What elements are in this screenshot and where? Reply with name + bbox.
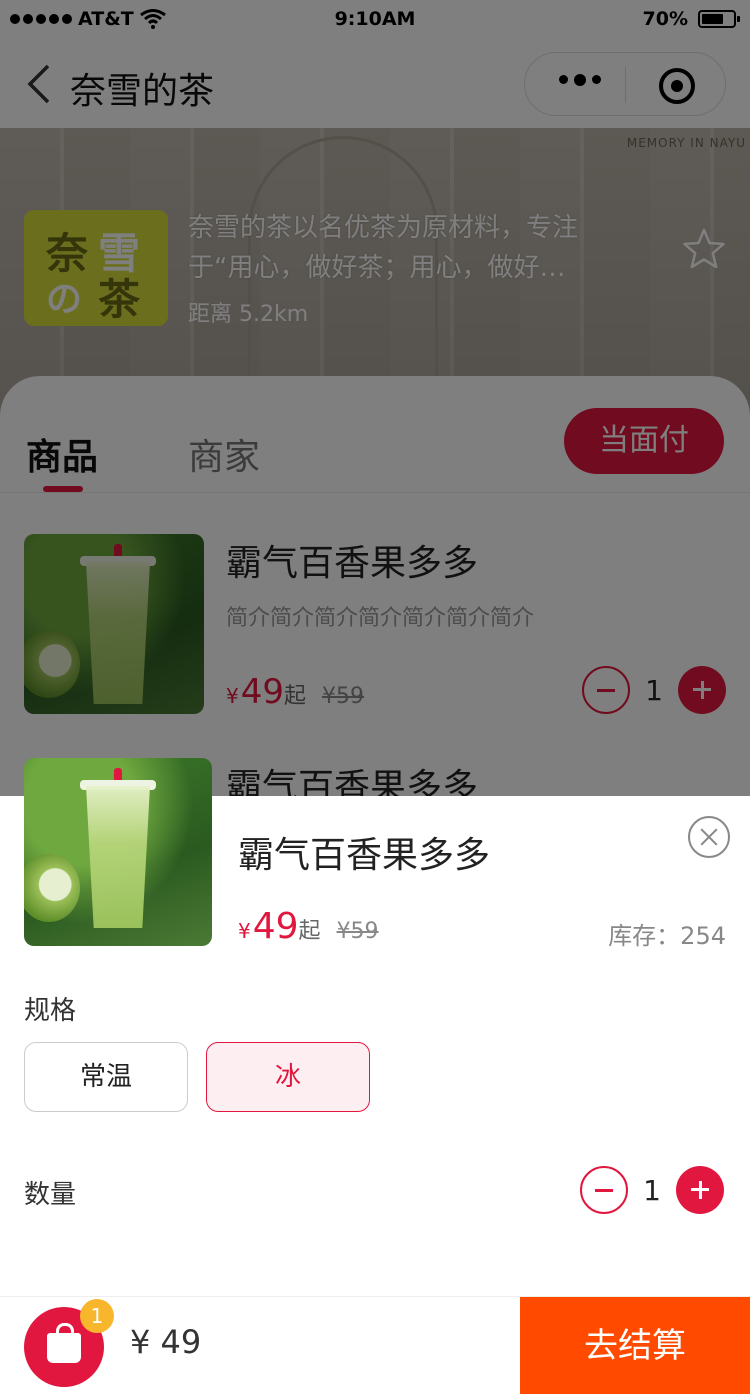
checkout-button[interactable]: 去结算 bbox=[520, 1297, 750, 1394]
price-suffix: 起 bbox=[298, 919, 321, 944]
modal-overlay[interactable] bbox=[0, 0, 750, 796]
original-price: ¥59 bbox=[336, 919, 379, 944]
close-icon[interactable] bbox=[688, 816, 730, 858]
product-price: ¥ 49 起 ¥59 bbox=[238, 906, 379, 947]
plus-icon[interactable] bbox=[676, 1166, 724, 1214]
sku-bottom-sheet: 霸气百香果多多 ¥ 49 起 ¥59 库存：254 规格 常温 冰 数量 1 bbox=[0, 758, 750, 1296]
total-price: ¥ 49 bbox=[130, 1323, 202, 1361]
quantity-label: 数量 bbox=[24, 1180, 77, 1210]
product-name: 霸气百香果多多 bbox=[238, 835, 491, 876]
product-image bbox=[24, 758, 212, 946]
currency-symbol: ¥ bbox=[238, 919, 251, 943]
minus-icon[interactable] bbox=[580, 1166, 628, 1214]
cart-badge: 1 bbox=[80, 1299, 114, 1333]
stock-count: 库存：254 bbox=[608, 922, 726, 950]
spec-label: 规格 bbox=[24, 996, 77, 1026]
quantity-stepper: 1 bbox=[580, 1166, 724, 1214]
quantity-value: 1 bbox=[643, 1173, 661, 1207]
shopping-bag-icon bbox=[47, 1323, 81, 1363]
spec-option-room-temp[interactable]: 常温 bbox=[24, 1042, 188, 1112]
price-value: 49 bbox=[252, 906, 299, 947]
bottom-bar: 1 ¥ 49 去结算 bbox=[0, 1296, 750, 1394]
spec-option-ice[interactable]: 冰 bbox=[206, 1042, 370, 1112]
